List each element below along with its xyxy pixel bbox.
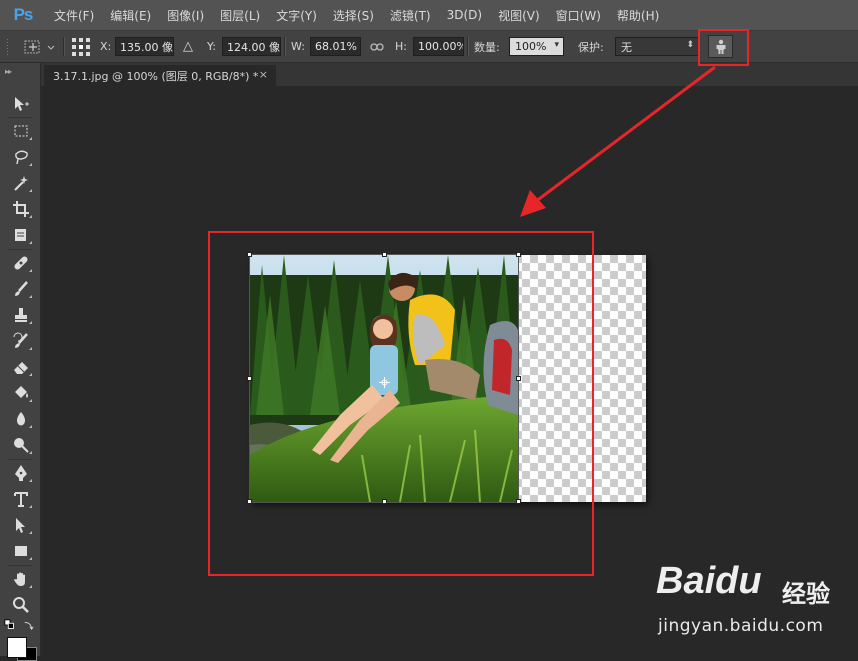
zoom-tool-icon[interactable]: [8, 594, 34, 616]
history-brush-icon[interactable]: [8, 330, 34, 352]
grip-icon: [6, 31, 12, 62]
eyedropper-tool-icon[interactable]: [8, 224, 34, 246]
photoshop-logo: Ps: [13, 5, 34, 24]
menu-select[interactable]: 选择(S): [325, 0, 382, 30]
document-tab-title: 3.17.1.jpg @ 100% (图层 0, RGB/8*) *: [53, 69, 259, 83]
highlight-box-canvas: [208, 231, 594, 576]
y-position-field[interactable]: 124.00 像素: [222, 37, 281, 56]
path-selection-icon[interactable]: [8, 514, 34, 536]
menu-type[interactable]: 文字(Y): [268, 0, 325, 30]
highlight-box-protect-button: [698, 29, 749, 66]
x-label: X:: [100, 40, 112, 53]
menu-image[interactable]: 图像(I): [159, 0, 212, 30]
dodge-tool-icon[interactable]: [8, 434, 34, 456]
w-label: W:: [291, 40, 305, 53]
amount-label: 数量:: [474, 40, 500, 54]
tools-panel: ▸▸: [0, 63, 41, 656]
menu-help[interactable]: 帮助(H): [609, 0, 667, 30]
healing-brush-icon[interactable]: [8, 252, 34, 274]
menu-edit[interactable]: 编辑(E): [102, 0, 159, 30]
baidu-jingyan-watermark: Baidu 经验 jingyan.baidu.com: [656, 560, 856, 640]
lasso-tool-icon[interactable]: [8, 146, 34, 168]
close-icon[interactable]: ×: [259, 68, 268, 81]
watermark-url: jingyan.baidu.com: [658, 616, 824, 636]
reference-point-icon[interactable]: [71, 31, 91, 62]
relative-position-icon[interactable]: △: [183, 31, 193, 62]
menu-window[interactable]: 窗口(W): [548, 0, 609, 30]
foreground-color-swatch[interactable]: [7, 637, 27, 658]
rectangle-tool-icon[interactable]: [8, 540, 34, 562]
blur-tool-icon[interactable]: [8, 408, 34, 430]
default-colors-icon[interactable]: [3, 618, 17, 632]
x-position-field[interactable]: 135.00 像素: [115, 37, 174, 56]
amount-value: 100%: [515, 40, 547, 53]
marquee-tool-icon[interactable]: [8, 120, 34, 142]
document-tab[interactable]: 3.17.1.jpg @ 100% (图层 0, RGB/8*) * ×: [44, 65, 276, 86]
amount-select[interactable]: 100% ▾: [509, 37, 564, 56]
crop-tool-icon[interactable]: [8, 198, 34, 220]
height-field[interactable]: 100.00%: [413, 37, 464, 56]
width-field[interactable]: 68.01%: [310, 37, 361, 56]
move-tool-icon[interactable]: [8, 93, 34, 115]
paint-bucket-icon[interactable]: [8, 382, 34, 404]
magic-wand-icon[interactable]: [8, 172, 34, 194]
protect-label: 保护:: [578, 40, 604, 54]
annotation-arrow: [520, 65, 716, 217]
y-label: Y:: [207, 40, 216, 53]
chevron-down-icon: ▾: [554, 40, 559, 50]
clone-stamp-icon[interactable]: [8, 304, 34, 326]
watermark-logo: Baidu: [656, 560, 762, 602]
link-icon[interactable]: [370, 31, 384, 62]
type-tool-icon[interactable]: [8, 488, 34, 510]
menu-bar: Ps 文件(F) 编辑(E) 图像(I) 图层(L) 文字(Y) 选择(S) 滤…: [0, 0, 858, 31]
menu-filter[interactable]: 滤镜(T): [382, 0, 439, 30]
tool-preset-picker[interactable]: [22, 31, 56, 62]
collapse-arrows-icon[interactable]: ▸▸: [5, 67, 12, 76]
protect-value: 无: [621, 40, 632, 54]
brush-tool-icon[interactable]: [8, 278, 34, 300]
menu-file[interactable]: 文件(F): [46, 0, 102, 30]
hand-tool-icon[interactable]: [8, 568, 34, 590]
eraser-tool-icon[interactable]: [8, 356, 34, 378]
menu-layer[interactable]: 图层(L): [212, 0, 268, 30]
up-down-arrows-icon: ⬍: [686, 40, 694, 50]
watermark-cn: 经验: [782, 580, 830, 608]
swap-colors-icon[interactable]: [22, 618, 36, 632]
menu-3d[interactable]: 3D(D): [439, 0, 490, 30]
menu-view[interactable]: 视图(V): [490, 0, 548, 30]
protect-select[interactable]: 无 ⬍: [615, 37, 699, 56]
pen-tool-icon[interactable]: [8, 462, 34, 484]
h-label: H:: [395, 40, 407, 53]
